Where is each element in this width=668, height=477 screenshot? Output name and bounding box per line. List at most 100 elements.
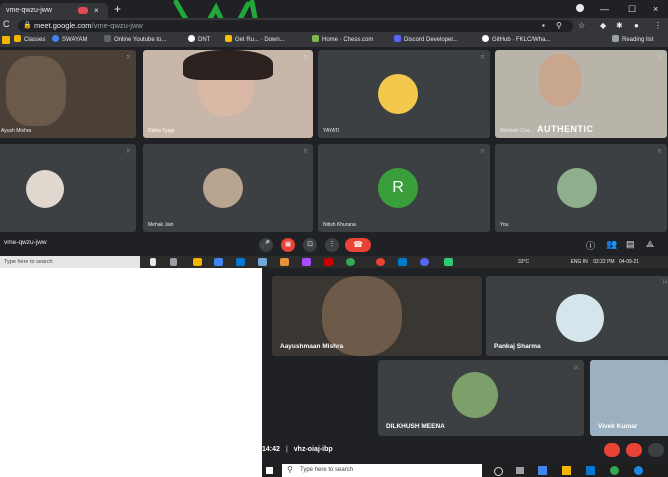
participant-tile[interactable]: Vivek Kumar <box>590 360 668 436</box>
mic-button[interactable]: 🎤 <box>259 238 273 252</box>
meeting-info: 14:42 | vhz-oiaj-ibp <box>262 446 333 453</box>
bookmark-discord[interactable]: Discord Developer... <box>394 34 458 47</box>
task-view-icon[interactable] <box>150 258 156 266</box>
tab-strip: vme-qwzu-jww × + — ☐ × <box>0 0 668 18</box>
extension-icon[interactable]: ◆ <box>600 19 606 33</box>
reading-list[interactable]: Reading list <box>612 34 653 47</box>
participant-tile[interactable]: Ayush Mishra ⁙ <box>0 50 136 138</box>
info-icon[interactable]: ⓘ <box>586 239 595 252</box>
participant-tile[interactable]: Aayushmaan Mishra <box>272 276 482 356</box>
people-icon[interactable]: 👥 <box>606 239 617 250</box>
taskbar-bottom: Type here to search ⚲ <box>262 464 668 477</box>
participant-tile[interactable]: ⁙ <box>0 144 136 232</box>
more-icon[interactable]: ⁙ <box>303 54 308 61</box>
puzzle-icon[interactable]: ✱ <box>616 19 623 33</box>
bookmark-chess[interactable]: Home · Chess.com <box>312 34 373 47</box>
avatar-icon[interactable]: ● <box>634 19 639 33</box>
discord-icon[interactable] <box>420 258 429 266</box>
participant-avatar <box>203 168 243 208</box>
phone-meet-window: Aayushmaan Mishra Pankaj Sharma ⁙ DILKHU… <box>262 268 668 477</box>
bookmark-swayam[interactable]: SWAYAM <box>52 34 88 47</box>
participant-tile[interactable]: Akhilesh Cha... AUTHENTIC ⁙ <box>495 50 667 138</box>
bookmark-classes[interactable]: Classes <box>14 34 45 47</box>
app-icon[interactable] <box>324 258 333 266</box>
close-window-button[interactable]: × <box>653 2 658 16</box>
more-options-button[interactable]: ⋮ <box>325 238 339 252</box>
weather[interactable]: 33°C <box>518 259 529 265</box>
address-bar[interactable]: 🔒 meet.google.com/vme-qwzu-jww <box>18 20 573 32</box>
maximize-button[interactable]: ☐ <box>628 2 636 16</box>
circle-icon <box>188 35 195 42</box>
participant-tile[interactable]: YAYATI ⁙ <box>318 50 490 138</box>
menu-icon[interactable]: ⋮ <box>654 19 662 33</box>
bookmarks-bar: Classes SWAYAM Online Youtube to... DNT … <box>0 34 668 48</box>
powerpoint-icon[interactable] <box>280 258 289 266</box>
chrome-icon[interactable] <box>610 466 619 475</box>
app-icon[interactable] <box>302 258 311 266</box>
vscode-icon[interactable] <box>398 258 407 266</box>
tab-close-icon[interactable]: × <box>94 3 99 18</box>
participant-name: Akhilesh Cha... <box>500 128 534 134</box>
tab-meet[interactable]: vme-qwzu-jww × <box>0 3 108 18</box>
app-icon[interactable] <box>444 258 453 266</box>
bookmark-github[interactable]: GitHub · FKLC/Wha... <box>482 34 550 47</box>
clock-time[interactable]: 02:22 PM <box>593 259 614 265</box>
activities-icon[interactable]: ⟁ <box>646 239 654 250</box>
star-icon[interactable]: ☆ <box>578 19 585 33</box>
participant-tile[interactable]: R Nitish Khurana ⁙ <box>318 144 490 232</box>
new-tab-button[interactable]: + <box>114 2 121 16</box>
search-icon: ⚲ <box>287 465 293 474</box>
more-icon[interactable]: ⁙ <box>480 148 485 155</box>
edge-icon[interactable] <box>236 258 245 266</box>
end-call-button[interactable]: ☎ <box>345 238 371 252</box>
more-icon[interactable]: ⁙ <box>657 54 662 61</box>
profile-dot-icon[interactable] <box>576 4 584 12</box>
participant-avatar <box>452 372 498 418</box>
more-options-button[interactable] <box>648 443 664 457</box>
bookmark-youtube[interactable]: Online Youtube to... <box>104 34 166 47</box>
participant-tile[interactable]: Mehak Jain ⁙ <box>143 144 313 232</box>
language[interactable]: ENG IN <box>571 259 588 265</box>
participant-tile[interactable]: Pankaj Sharma ⁙ <box>486 276 668 356</box>
more-icon[interactable]: ⁙ <box>480 54 485 61</box>
windows-start-icon[interactable] <box>266 467 273 474</box>
photos-icon[interactable] <box>258 258 267 266</box>
store-icon[interactable] <box>586 466 595 475</box>
file-explorer-icon[interactable] <box>562 466 571 475</box>
participant-name: Ayush Mishra <box>1 128 32 134</box>
mic-off-button[interactable] <box>604 443 620 457</box>
more-icon[interactable]: ⁙ <box>573 364 579 372</box>
chrome-icon[interactable] <box>376 258 385 266</box>
camera-off-button[interactable]: ▣ <box>281 238 295 252</box>
widgets-icon[interactable] <box>170 258 177 266</box>
more-icon[interactable]: ⁙ <box>126 54 131 61</box>
reload-icon[interactable]: C <box>3 19 10 29</box>
bookmark-dnt[interactable]: DNT <box>188 34 210 47</box>
file-explorer-icon[interactable] <box>193 258 202 266</box>
minimize-button[interactable]: — <box>600 2 609 16</box>
search-icon[interactable]: ⚲ <box>556 19 562 33</box>
camera-icon[interactable]: ▪ <box>542 19 545 33</box>
taskbar-search[interactable]: Type here to search <box>0 256 140 268</box>
participant-tile[interactable]: You ⁙ <box>495 144 667 232</box>
more-icon[interactable]: ⁙ <box>126 148 131 155</box>
present-button[interactable]: ⊡ <box>303 238 317 252</box>
task-view-icon[interactable] <box>516 467 524 474</box>
store-icon[interactable] <box>214 258 223 266</box>
bookmark-get[interactable]: Get Ru... · Down... <box>225 34 285 47</box>
participant-tile[interactable]: DILKHUSH MEENA ⁙ <box>378 360 584 436</box>
more-icon[interactable]: ⁙ <box>662 278 668 286</box>
taskbar-search[interactable]: Type here to search <box>282 464 482 477</box>
participant-letter-avatar: R <box>378 168 418 208</box>
cortana-icon[interactable] <box>494 467 503 476</box>
chat-icon[interactable]: ▤ <box>626 239 635 250</box>
apps-icon[interactable] <box>2 36 10 44</box>
chrome-icon[interactable] <box>346 258 355 266</box>
app-icon[interactable] <box>634 466 643 475</box>
more-icon[interactable]: ⁙ <box>657 148 662 155</box>
participant-tile[interactable]: Disha Tyagi ⁙ <box>143 50 313 138</box>
camera-off-button[interactable] <box>626 443 642 457</box>
more-icon[interactable]: ⁙ <box>303 148 308 155</box>
edge-icon[interactable] <box>538 466 547 475</box>
clock-date[interactable]: 04-09-21 <box>619 259 639 265</box>
